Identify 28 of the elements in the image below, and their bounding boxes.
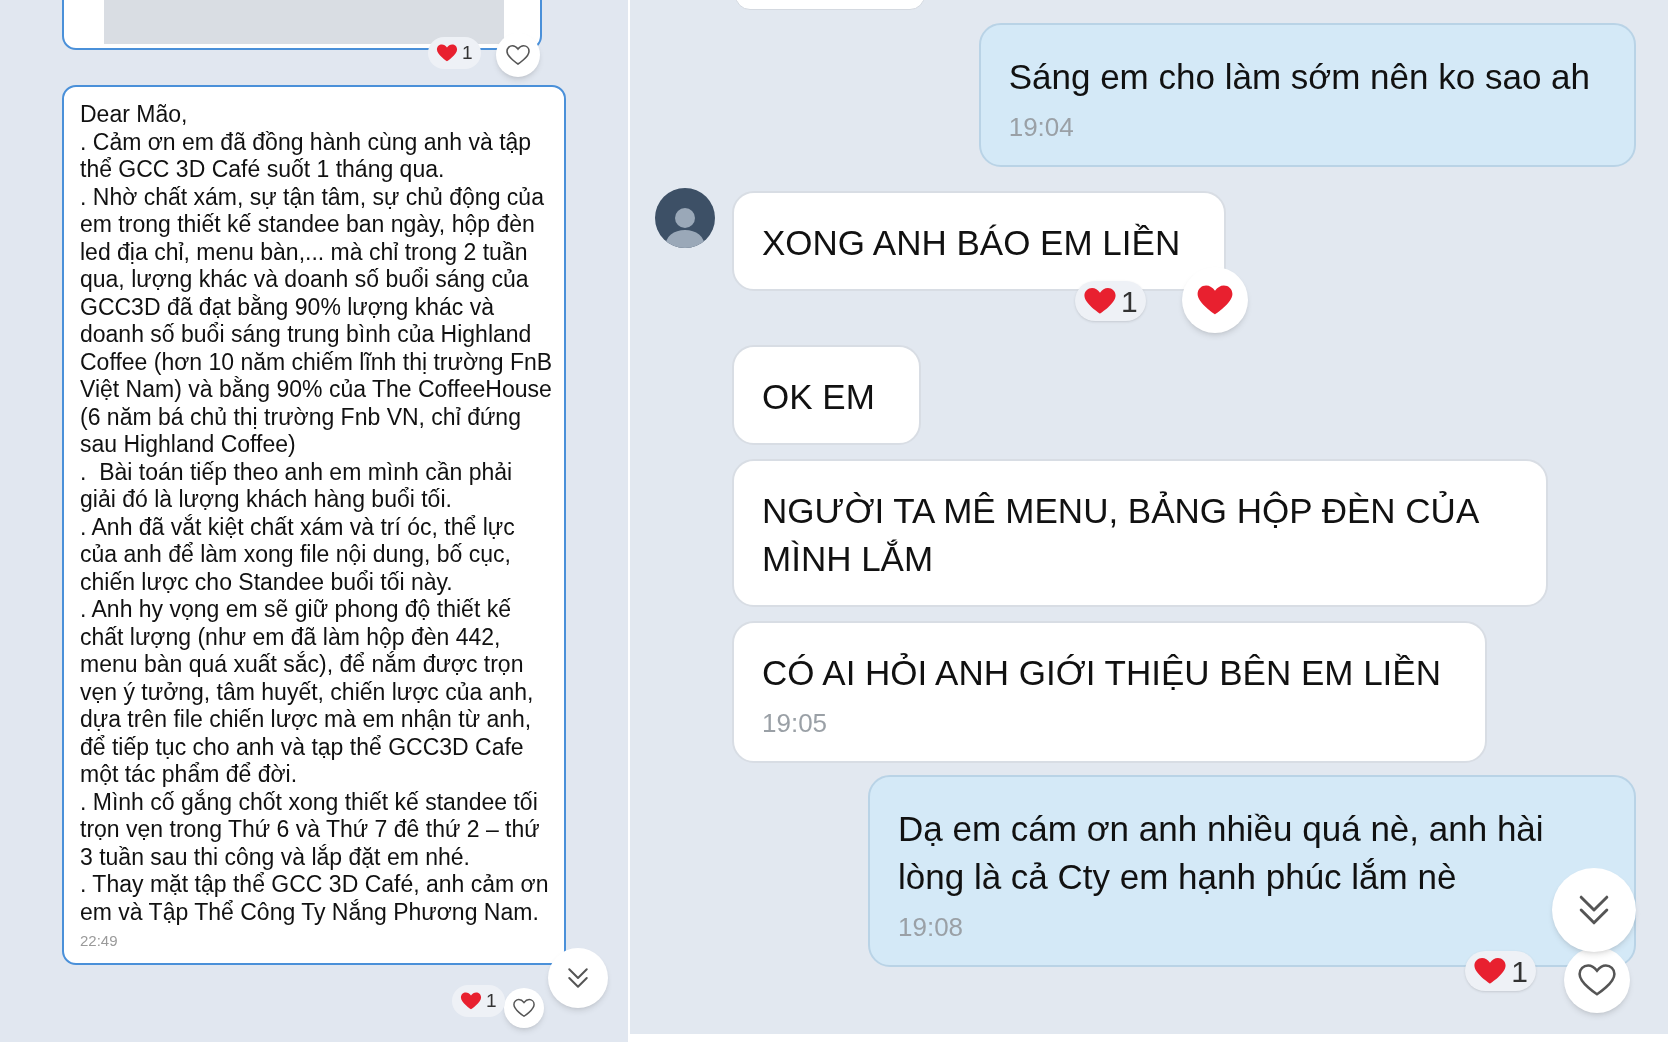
react-heart-button[interactable] — [504, 988, 544, 1028]
reaction-count-pill[interactable]: 1 — [1465, 951, 1536, 991]
reaction-count-pill[interactable]: 1 — [1075, 281, 1146, 321]
message-text: Dear Mão, . Cảm ơn em đã đồng hành cùng anh và tập thể GCC 3D Café suốt 1 tháng qua. . Nhờ chất xám, sự tận tâm, sự chủ động của em trong thiết kế standee ban ngày, hộp đèn led địa chỉ, menu bàn,... mà chỉ trong 2 tuần qua, lượng khác và doanh số buổi sáng của GCC3D đã đạt bằng 90% lượng khác và doanh số buổi sáng trung bình của Highland Coffee (hơn 10 năm chiếm lĩnh thị trường FnB Việt Nam) và bằng 90% của The CoffeeHouse (6 năm bá chủ thị trường Fnb VN, chỉ đứng sau Highland Coffee) . Bài toán tiếp theo anh em mình cần phải giải đó là lượng khách hàng buổi tối. . Anh đã vắt kiệt chất xám và trí óc, thể lực của anh để làm xong file nội dung, bố cục, chiến lược cho Standee buổi tối này. . Anh hy vọng em sẽ giữ phong độ thiết kế chất lượng (như em đã làm hộp đèn 442, menu bàn quá xuất sắc), để nắm được trọn vẹn ý tưởng, tâm huyết, chiến lược của anh, dựa trên file chiến lược mà em nhận từ anh, để tiếp tục cho anh và tạp thể GCC3D Cafe một tác phẩm để đời. . Mình cố gắng chốt xong thiết kế standee tối trọn vẹn trong Thứ 6 và Thứ 7 đê thứ 2 – thứ 3 tuần sau thi công và lắp đặt em nhé. . Thay mặt tập thể GCC 3D Café, anh cảm ơn em và Tập Thể Công Ty Nắng Phương Nam. — [80, 101, 554, 926]
react-heart-button[interactable] — [496, 33, 540, 77]
reaction-count: 1 — [1121, 283, 1138, 320]
message-text: NGƯỜI TA MÊ MENU, BẢNG HỘP ĐÈN CỦA MÌNH LẮM — [762, 490, 1479, 580]
heart-outline-icon — [513, 997, 535, 1019]
message-text: XONG ANH BÁO EM LIỀN — [762, 222, 1181, 264]
message-time: 19:08 — [898, 911, 965, 944]
react-heart-button[interactable] — [1182, 267, 1248, 333]
message-time: 22:49 — [80, 931, 119, 951]
message-text: Sáng em cho làm sớm nên ko sao ah — [1008, 56, 1590, 98]
message-text: CÓ AI HỎI ANH GIỚI THIỆU BÊN EM LIỀN — [762, 652, 1441, 694]
reaction-count: 1 — [462, 40, 473, 65]
reaction-count-pill[interactable]: 1 — [452, 985, 505, 1017]
heart-icon — [436, 42, 458, 64]
reaction-count-pill[interactable]: 1 — [428, 37, 481, 69]
heart-outline-icon — [506, 43, 530, 67]
reaction-count: 1 — [1511, 953, 1528, 990]
scroll-down-button[interactable] — [548, 948, 608, 1008]
message-text: Dạ em cám ơn anh nhiều quá nè, anh hài lòng là cả Cty em hạnh phúc lắm nè — [898, 808, 1545, 898]
reaction-count: 1 — [486, 988, 497, 1013]
message-time: 19:04 — [1008, 111, 1075, 144]
avatar[interactable] — [655, 188, 715, 248]
message-time: 19:05 — [762, 707, 829, 740]
message-text: OK EM — [762, 376, 875, 418]
heart-icon — [460, 990, 482, 1012]
